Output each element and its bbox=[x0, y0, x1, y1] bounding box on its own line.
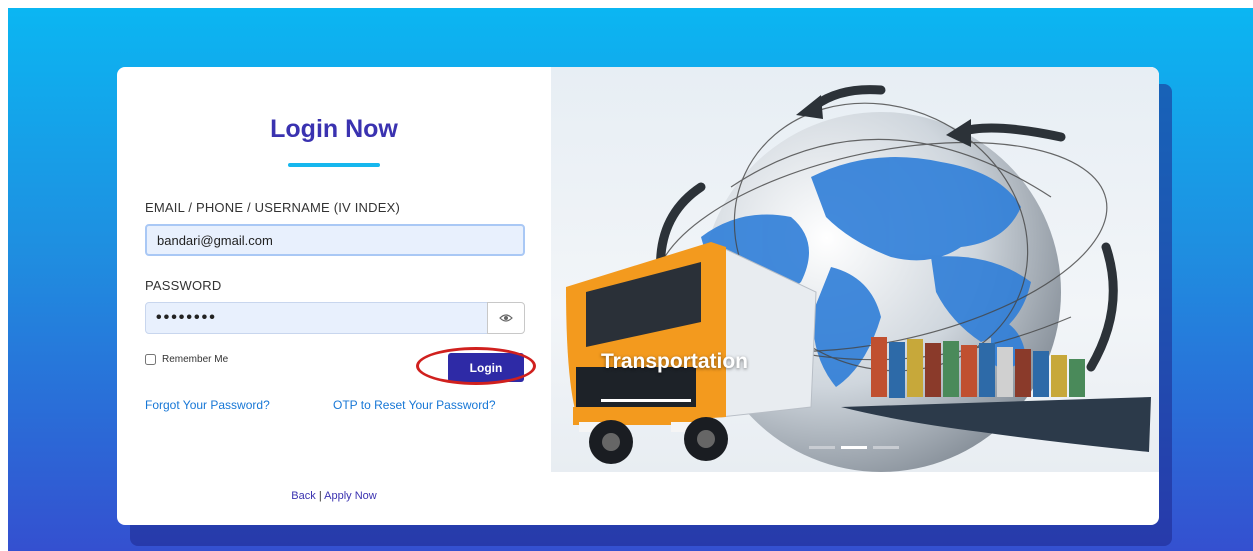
remember-me-checkbox[interactable] bbox=[145, 354, 156, 365]
email-field[interactable] bbox=[145, 224, 525, 256]
apply-now-link[interactable]: Apply Now bbox=[324, 490, 377, 502]
login-card: Login Now EMAIL / PHONE / USERNAME (IV I… bbox=[117, 67, 1159, 525]
slider-dot-3[interactable] bbox=[873, 446, 899, 449]
email-label: EMAIL / PHONE / USERNAME (IV INDEX) bbox=[145, 200, 401, 215]
slider-indicators bbox=[809, 446, 899, 449]
login-button[interactable]: Login bbox=[448, 353, 524, 382]
link-separator: | bbox=[318, 490, 322, 502]
password-label: PASSWORD bbox=[145, 278, 222, 293]
password-field[interactable] bbox=[145, 302, 488, 334]
transportation-illustration bbox=[566, 85, 1151, 472]
remember-me[interactable]: Remember Me bbox=[145, 354, 228, 365]
forgot-password-link[interactable]: Forgot Your Password? bbox=[145, 398, 270, 412]
slide-caption-underline bbox=[601, 399, 691, 402]
bottom-links: Back | Apply Now bbox=[117, 490, 551, 502]
back-link[interactable]: Back bbox=[291, 490, 315, 502]
slider-dot-1[interactable] bbox=[809, 446, 835, 449]
title-underline bbox=[288, 163, 380, 167]
page-title: Login Now bbox=[270, 115, 398, 143]
slide-caption: Transportation bbox=[601, 350, 749, 373]
slider-dot-2[interactable] bbox=[841, 446, 867, 449]
login-form-panel: Login Now EMAIL / PHONE / USERNAME (IV I… bbox=[117, 67, 551, 525]
hero-slider: Transportation bbox=[551, 67, 1159, 472]
remember-me-label: Remember Me bbox=[162, 354, 229, 365]
otp-reset-link[interactable]: OTP to Reset Your Password? bbox=[333, 398, 496, 412]
eye-icon bbox=[499, 314, 513, 322]
password-visibility-toggle[interactable] bbox=[487, 302, 525, 334]
